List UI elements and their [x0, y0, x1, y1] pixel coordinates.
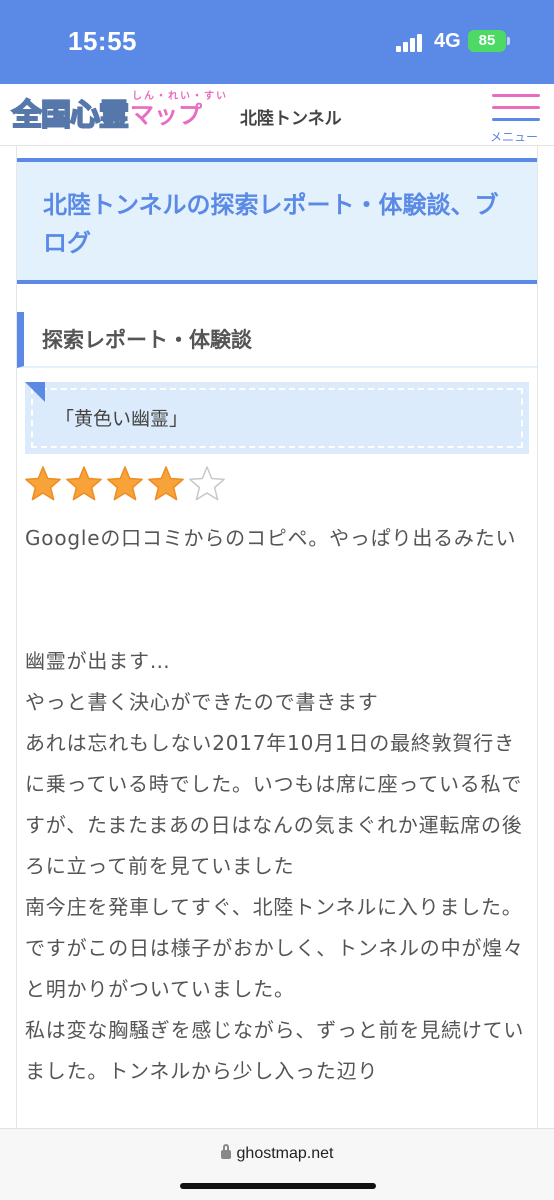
- signal-icon: [396, 32, 426, 52]
- article-paragraph: 南今庄を発車してすぐ、北陸トンネルに入りました。ですがこの日は様子がおかしく、ト…: [25, 895, 524, 1001]
- article-paragraph: Googleの口コミからのコピペ。やっぱり出るみたい: [25, 526, 517, 550]
- logo-sub-text: しん・れい・すい マップ: [130, 91, 226, 130]
- article-spacer: [25, 559, 533, 641]
- address-bar[interactable]: ghostmap.net: [0, 1144, 554, 1163]
- article-paragraph: 私は変な胸騒ぎを感じながら、ずっと前を見続けていました。トンネルから少し入った辺…: [25, 1018, 525, 1083]
- header-page-name: 北陸トンネル: [240, 109, 342, 129]
- section-title: 探索レポート・体験談: [42, 328, 252, 352]
- page-heading-box: 北陸トンネルの探索レポート・体験談、ブログ: [17, 158, 537, 284]
- network-type: 4G: [434, 30, 461, 52]
- status-bar: 15:55 4G 85: [0, 0, 554, 84]
- lock-icon: [220, 1144, 231, 1159]
- logo-dots: しん・れい・すい: [132, 90, 228, 102]
- report-title-inner: 「黄色い幽霊」: [31, 388, 523, 448]
- star-filled-icon: [148, 466, 184, 501]
- section-heading: 探索レポート・体験談: [17, 312, 537, 368]
- article-paragraph: あれは忘れもしない2017年10月1日の最終敦賀行きに乗っている時でした。いつも…: [25, 731, 523, 878]
- article-paragraph: やっと書く決心ができたので書きます: [25, 690, 379, 714]
- star-empty-icon: [189, 466, 225, 501]
- report-title-box: 「黄色い幽霊」: [25, 382, 529, 454]
- menu-bar-1: [492, 94, 540, 97]
- page-title: 北陸トンネルの探索レポート・体験談、ブログ: [43, 191, 499, 257]
- logo-sub-label: マップ: [130, 100, 202, 129]
- url-text: ghostmap.net: [236, 1145, 334, 1162]
- home-indicator[interactable]: [180, 1183, 376, 1189]
- star-filled-icon: [66, 466, 102, 501]
- menu-bar-3: [492, 118, 540, 121]
- article-body: Googleの口コミからのコピペ。やっぱり出るみたい 幽霊が出ます… やっと書く…: [25, 518, 533, 1092]
- battery-tip: [507, 37, 510, 45]
- browser-bottom-bar: ghostmap.net: [0, 1128, 554, 1200]
- main-content: 北陸トンネルの探索レポート・体験談、ブログ 探索レポート・体験談 「黄色い幽霊」…: [16, 146, 538, 1132]
- status-time: 15:55: [68, 26, 137, 56]
- report-title: 「黄色い幽霊」: [55, 408, 189, 430]
- menu-button[interactable]: メニュー: [486, 92, 546, 144]
- site-logo[interactable]: 全国心霊 しん・れい・すい マップ: [11, 90, 226, 135]
- menu-bar-2: [492, 106, 540, 109]
- logo-main-text: 全国心霊: [11, 97, 130, 134]
- corner-decoration: [25, 382, 45, 402]
- rating-stars: [23, 464, 228, 504]
- battery-icon: 85: [468, 30, 506, 52]
- star-filled-icon: [25, 466, 61, 501]
- article-paragraph: 幽霊が出ます…: [25, 649, 171, 673]
- star-filled-icon: [107, 466, 143, 501]
- menu-label: メニュー: [490, 130, 539, 144]
- site-header: 全国心霊 しん・れい・すい マップ 北陸トンネル メニュー: [0, 84, 554, 146]
